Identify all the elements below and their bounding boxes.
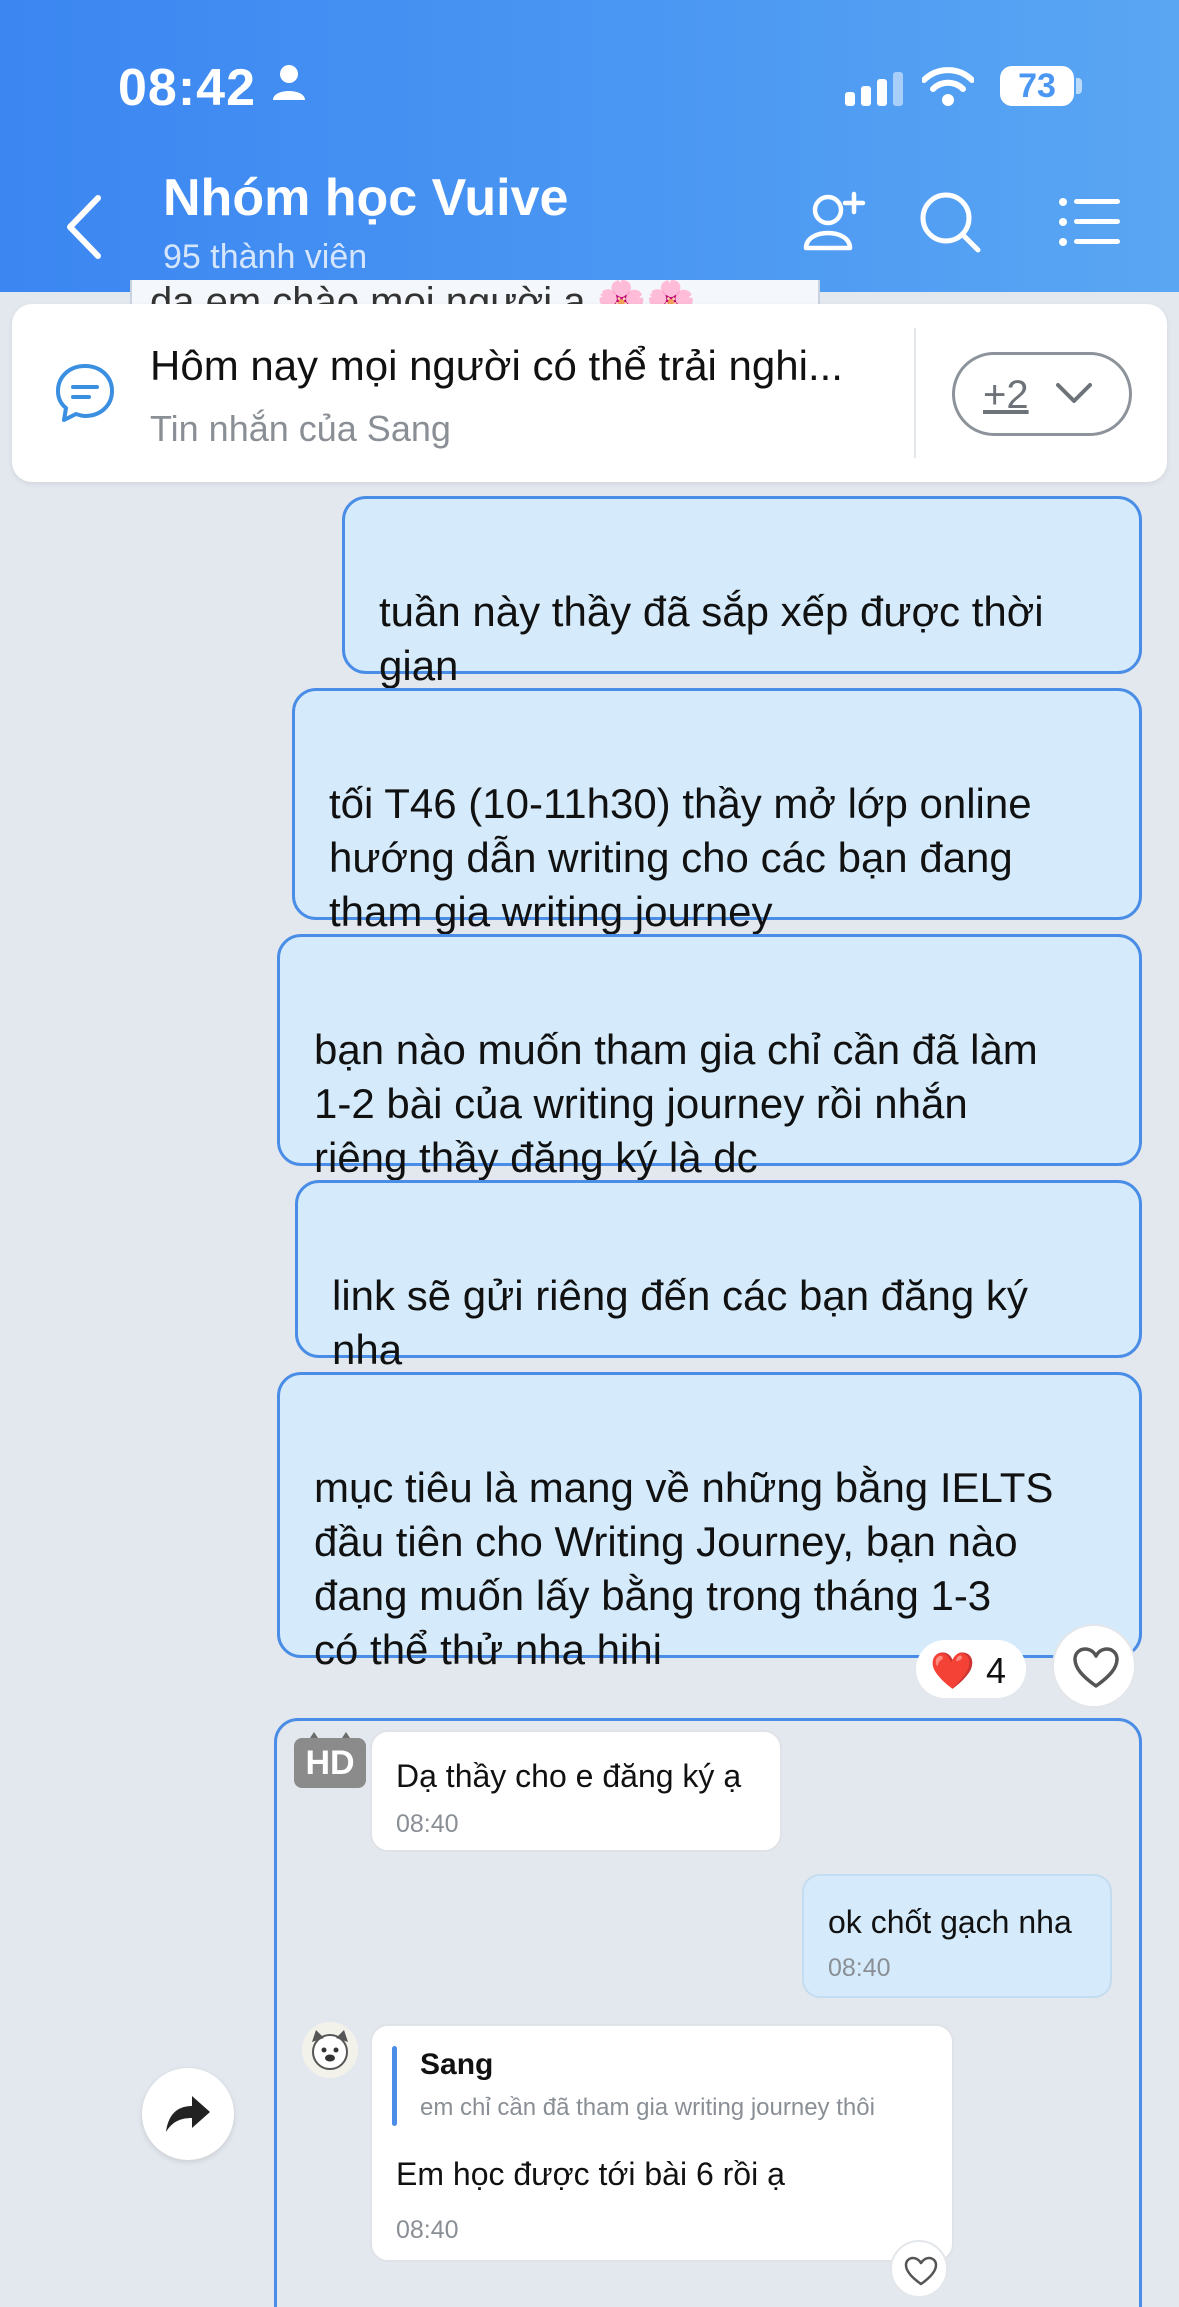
message-text: ok chốt gạch nha — [828, 1904, 1072, 1940]
member-count[interactable]: 95 thành viên — [163, 238, 367, 277]
quoted-text: em chỉ cần đã tham gia writing journey t… — [420, 2094, 875, 2121]
battery-indicator: 73 — [1000, 66, 1074, 106]
person-icon — [273, 65, 305, 100]
cellular-signal-icon — [845, 72, 903, 106]
back-button[interactable] — [62, 192, 106, 262]
heart-emoji: ❤️ — [930, 1650, 975, 1691]
status-time: 08:42 — [118, 59, 256, 117]
message-time: 08:40 — [396, 1810, 459, 1838]
message-bubble[interactable]: bạn nào muốn tham gia chỉ cần đã làm 1-2… — [277, 934, 1142, 1181]
forward-button[interactable] — [142, 2068, 234, 2160]
pinned-message-text: Hôm nay mọi người có thể trải nghi... — [150, 342, 843, 389]
message-text: link sẽ gửi riêng đến các bạn đăng ký nh… — [332, 1272, 1028, 1373]
heart-outline-icon — [904, 2256, 938, 2286]
chevron-down-icon — [1056, 383, 1092, 403]
dog-face-icon — [312, 2030, 348, 2070]
search-icon[interactable] — [918, 190, 982, 254]
heart-outline-icon — [1073, 1647, 1119, 1688]
message-bubble[interactable]: tối T46 (10-11h30) thầy mở lớp online hư… — [292, 688, 1142, 935]
avatar[interactable] — [302, 2022, 358, 2078]
add-member-icon[interactable] — [802, 190, 868, 254]
pinned-more-count: +2 — [983, 373, 1029, 417]
menu-list-icon[interactable] — [1058, 190, 1122, 254]
pinned-message-banner[interactable]: Hôm nay mọi người có thể trải nghi... Ti… — [12, 304, 1167, 482]
chat-header: 08:42 73 Nhóm học Vuive 95 thành viên — [0, 0, 1179, 292]
message-bubble-icon — [56, 364, 114, 422]
message-bubble[interactable]: mục tiêu là mang về những bằng IELTS đầu… — [277, 1372, 1142, 1673]
message-text: tối T46 (10-11h30) thầy mở lớp online hư… — [329, 780, 1032, 935]
message-text: bạn nào muốn tham gia chỉ cần đã làm 1-2… — [314, 1026, 1038, 1181]
message-time: 08:40 — [396, 2216, 459, 2244]
battery-tip — [1076, 78, 1082, 94]
message-text: Dạ thầy cho e đăng ký ạ — [396, 1758, 742, 1794]
scrolled-message-text: dạ em chào mọi người ạ 🌸🌸 — [150, 280, 697, 306]
reaction-summary[interactable]: ❤️ 4 — [916, 1640, 1026, 1698]
pinned-more-button[interactable]: +2 — [952, 352, 1132, 436]
message-bubble[interactable]: link sẽ gửi riêng đến các bạn đăng ký nh… — [295, 1180, 1142, 1373]
like-button[interactable] — [1052, 1624, 1136, 1708]
outgoing-message[interactable]: ok chốt gạch nha 08:40 — [802, 1874, 1112, 1998]
incoming-message[interactable]: Dạ thầy cho e đăng ký ạ 08:40 — [370, 1730, 782, 1852]
like-button[interactable] — [890, 2240, 948, 2298]
forward-arrow-icon — [166, 2096, 210, 2132]
quote-indicator — [392, 2046, 397, 2126]
reaction-count: 4 — [986, 1650, 1007, 1691]
message-text: tuần này thầy đã sắp xếp được thời gian — [379, 588, 1044, 689]
avatar[interactable]: HD — [294, 1738, 366, 1788]
message-bubble[interactable]: tuần này thầy đã sắp xếp được thời gian — [342, 496, 1142, 689]
message-text: Em học được tới bài 6 rồi ạ — [396, 2156, 785, 2192]
group-title[interactable]: Nhóm học Vuive — [163, 168, 568, 228]
message-time: 08:40 — [828, 1954, 891, 1982]
pinned-message-sender: Tin nhắn của Sang — [150, 408, 451, 449]
quoted-sender: Sang — [420, 2048, 494, 2081]
divider — [914, 328, 916, 458]
wifi-icon — [922, 67, 974, 106]
